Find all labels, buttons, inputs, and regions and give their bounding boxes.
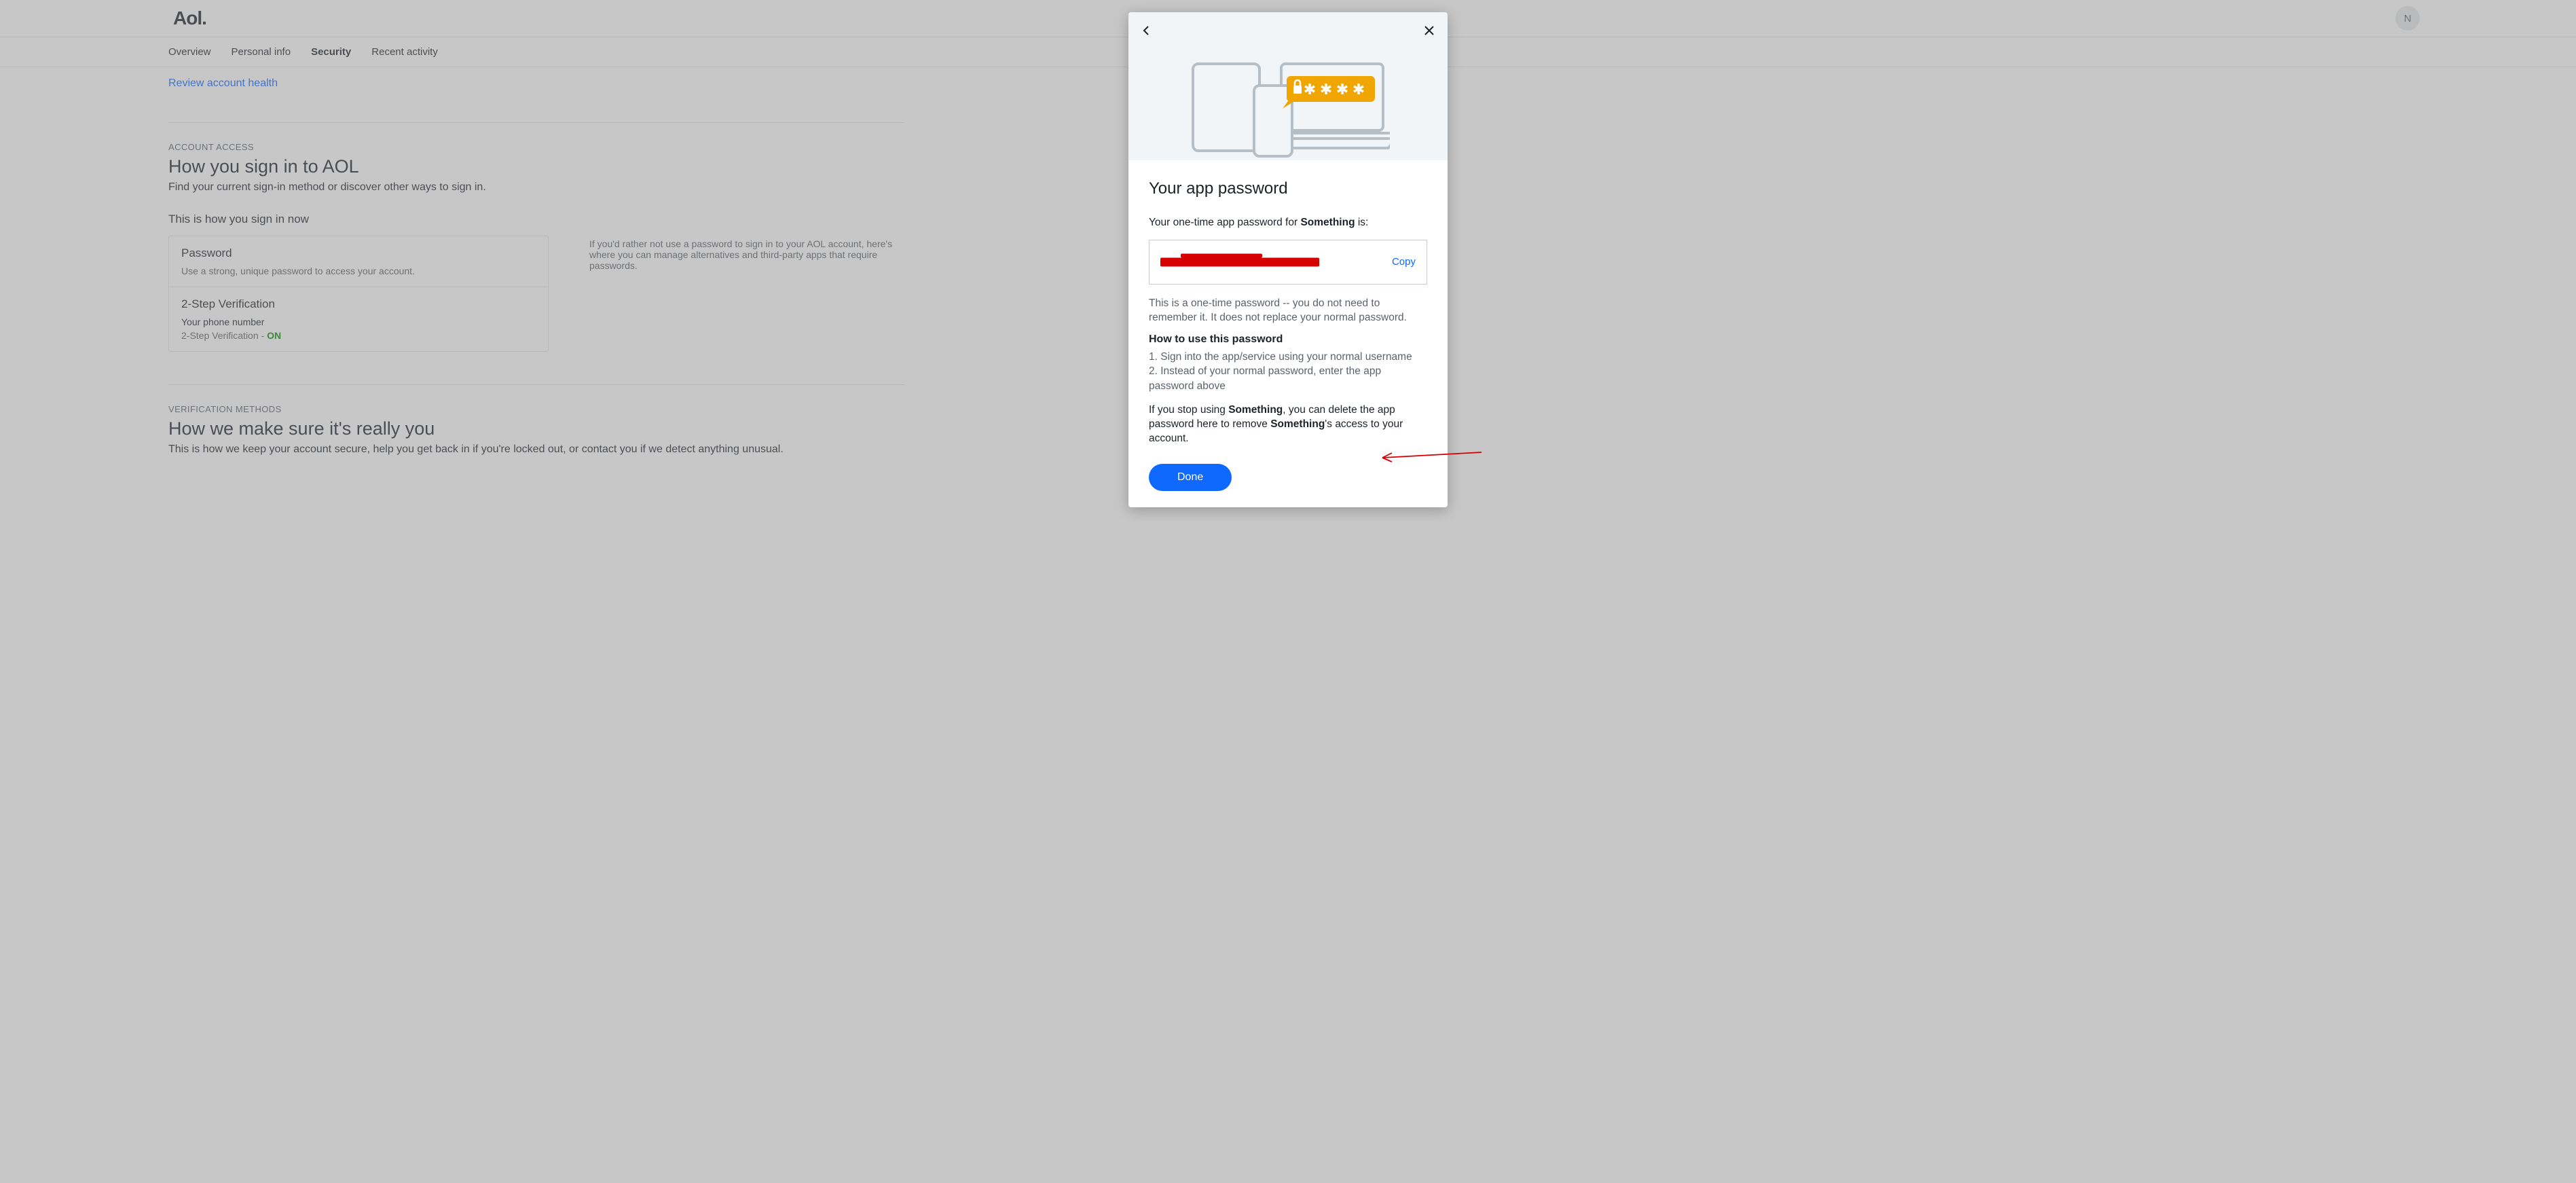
close-icon [1424, 25, 1435, 36]
chevron-left-icon [1141, 25, 1152, 36]
modal-intro: Your one-time app password for Something… [1149, 216, 1427, 230]
back-button[interactable] [1138, 22, 1156, 39]
app-password-modal: Your app password Your one-time app pass… [1128, 12, 1448, 507]
how-to-steps: 1. Sign into the app/service using your … [1149, 350, 1427, 394]
done-button[interactable]: Done [1149, 464, 1232, 491]
app-password-field: Copy [1149, 240, 1427, 285]
devices-illustration [1186, 58, 1390, 160]
one-time-note: This is a one-time password -- you do no… [1149, 297, 1427, 325]
stop-using-note: If you stop using Something, you can del… [1149, 403, 1427, 446]
password-redaction [1160, 257, 1319, 266]
modal-hero [1128, 12, 1448, 160]
copy-button[interactable]: Copy [1392, 256, 1416, 268]
how-to-heading: How to use this password [1149, 333, 1427, 346]
modal-title: Your app password [1149, 179, 1427, 198]
close-button[interactable] [1420, 22, 1438, 39]
